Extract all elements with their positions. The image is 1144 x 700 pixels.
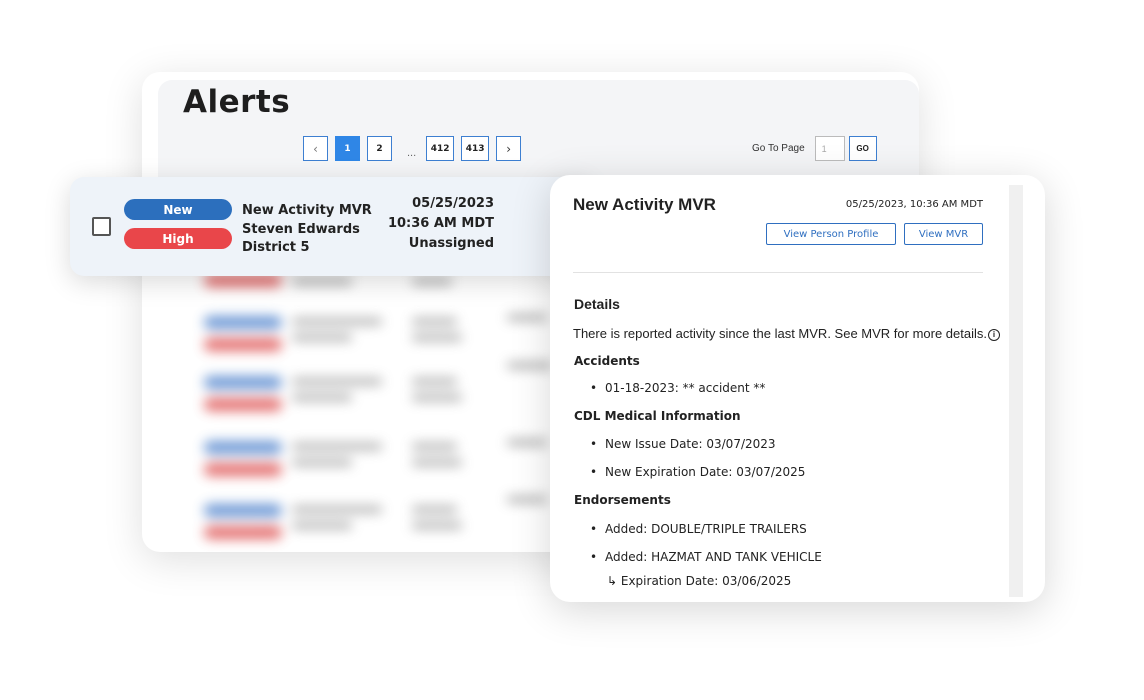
pagination-ellipsis: ... bbox=[407, 146, 417, 159]
medical-issue-date: New Issue Date: 03/07/2023 bbox=[605, 437, 776, 451]
alert-type: New Activity MVR bbox=[242, 203, 372, 218]
endorsement-item-2: Added: HAZMAT AND TANK VEHICLE bbox=[605, 550, 822, 564]
go-to-page-input[interactable]: 1 bbox=[814, 136, 845, 161]
list-item bbox=[182, 496, 602, 552]
list-item: New Issue Date: 03/07/2023 bbox=[590, 437, 776, 451]
alert-summary: New Activity MVR Steven Edwards District… bbox=[242, 202, 372, 258]
page-title: Alerts bbox=[183, 84, 291, 120]
detail-scrollbar[interactable] bbox=[1009, 185, 1023, 597]
alert-row[interactable]: New High New Activity MVR Steven Edwards… bbox=[70, 177, 590, 276]
medical-heading: CDL Medical Information bbox=[574, 409, 741, 423]
alert-select-checkbox[interactable] bbox=[92, 217, 111, 236]
list-item bbox=[182, 362, 602, 426]
details-description-text: There is reported activity since the las… bbox=[573, 326, 987, 341]
accident-item: 01-18-2023: ** accident ** bbox=[605, 381, 766, 395]
endorsements-heading: Endorsements bbox=[574, 493, 671, 507]
chevron-right-icon: › bbox=[506, 141, 512, 156]
list-item bbox=[182, 312, 602, 366]
detail-datetime: 05/25/2023, 10:36 AM MDT bbox=[845, 199, 983, 210]
status-badge: New bbox=[124, 199, 232, 220]
detail-title: New Activity MVR bbox=[573, 195, 716, 214]
go-to-page-label: Go To Page bbox=[752, 143, 805, 154]
list-item: Added: DOUBLE/TRIPLE TRAILERS bbox=[590, 522, 807, 536]
accidents-heading: Accidents bbox=[574, 354, 640, 368]
page-button-2[interactable]: 2 bbox=[367, 136, 392, 161]
page-button-412[interactable]: 412 bbox=[426, 136, 455, 161]
alert-person: Steven Edwards bbox=[242, 221, 360, 237]
details-heading: Details bbox=[574, 296, 620, 312]
list-item: New Expiration Date: 03/07/2025 bbox=[590, 465, 806, 479]
list-item: Added: HAZMAT AND TANK VEHICLE bbox=[590, 550, 822, 564]
alert-date: 05/25/2023 bbox=[412, 196, 494, 211]
chevron-left-icon: ‹ bbox=[313, 141, 318, 156]
details-description: There is reported activity since the las… bbox=[573, 326, 1000, 341]
alert-meta: 05/25/2023 10:36 AM MDT Unassigned bbox=[388, 194, 494, 254]
page-button-413[interactable]: 413 bbox=[461, 136, 490, 161]
alert-time: 10:36 AM MDT bbox=[387, 216, 494, 231]
next-page-button[interactable]: › bbox=[496, 136, 522, 161]
endorsement-item-1: Added: DOUBLE/TRIPLE TRAILERS bbox=[605, 522, 807, 536]
list-item bbox=[182, 437, 602, 491]
alert-detail-panel: New Activity MVR 05/25/2023, 10:36 AM MD… bbox=[550, 175, 1045, 602]
info-icon[interactable]: i bbox=[988, 329, 1000, 341]
list-item: 01-18-2023: ** accident ** bbox=[590, 381, 766, 395]
view-mvr-button[interactable]: View MVR bbox=[904, 223, 983, 245]
pagination: ‹ 1 2 ... 412 413 › bbox=[303, 136, 528, 161]
medical-expiration-date: New Expiration Date: 03/07/2025 bbox=[605, 465, 806, 479]
priority-badge: High bbox=[124, 228, 232, 249]
view-person-profile-button[interactable]: View Person Profile bbox=[766, 223, 896, 245]
blurred-alert-list bbox=[182, 272, 602, 542]
alert-assignee: Unassigned bbox=[408, 236, 494, 251]
endorsement-expiration: ↳ Expiration Date: 03/06/2025 bbox=[607, 574, 792, 588]
go-to-page: Go To Page 1 GO bbox=[752, 136, 877, 161]
divider bbox=[573, 272, 983, 273]
page-button-1[interactable]: 1 bbox=[335, 136, 360, 161]
go-button[interactable]: GO bbox=[848, 136, 877, 161]
prev-page-button[interactable]: ‹ bbox=[303, 136, 328, 161]
alert-district: District 5 bbox=[242, 240, 310, 255]
